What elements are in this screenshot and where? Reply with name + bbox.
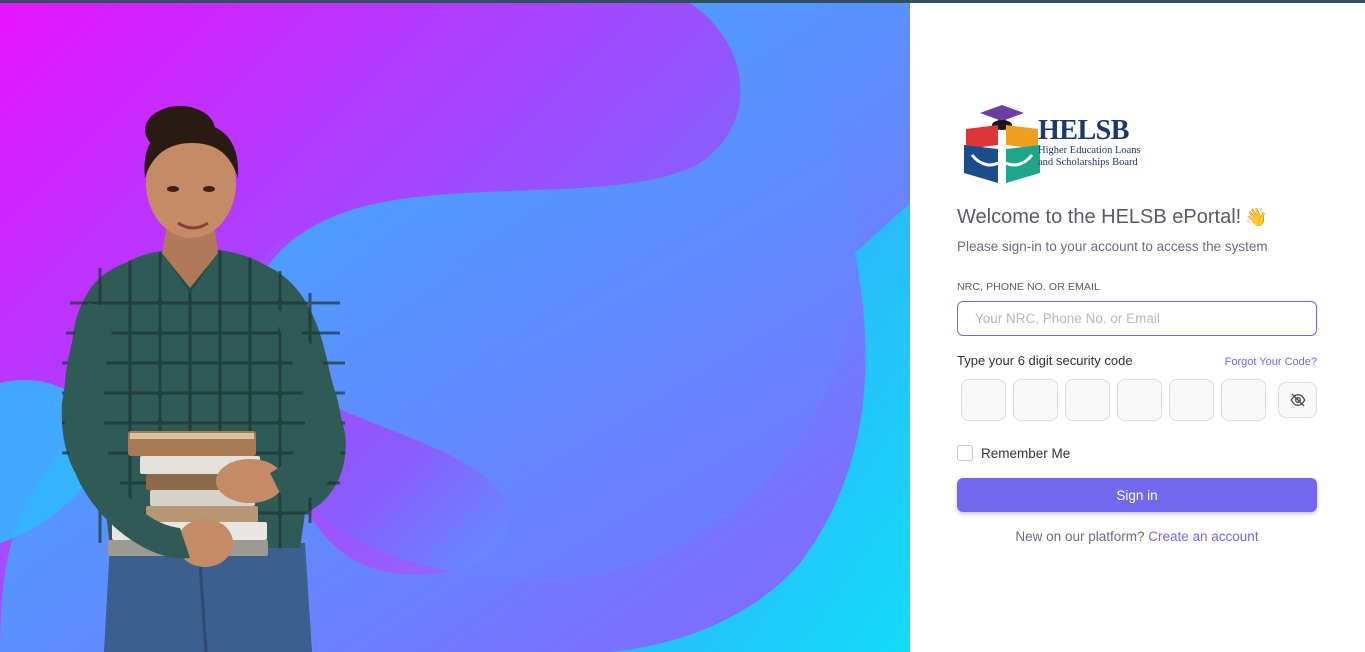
code-digit-4[interactable] bbox=[1117, 379, 1162, 421]
welcome-subtitle: Please sign-in to your account to access… bbox=[957, 239, 1268, 254]
helsb-logo-icon bbox=[964, 105, 1040, 183]
code-digit-2[interactable] bbox=[1013, 379, 1058, 421]
code-digit-3[interactable] bbox=[1065, 379, 1110, 421]
new-platform-prompt: New on our platform? bbox=[1015, 529, 1145, 544]
code-digit-5[interactable] bbox=[1169, 379, 1214, 421]
id-field-label: NRC, PHONE NO. OR EMAIL bbox=[957, 281, 1100, 293]
create-account-row: New on our platform? Create an account bbox=[957, 529, 1317, 544]
hero-illustration bbox=[0, 3, 910, 652]
brand-subtitle-line2: and Scholarships Board bbox=[1038, 157, 1138, 168]
create-account-link[interactable]: Create an account bbox=[1148, 529, 1258, 544]
remember-me-checkbox[interactable] bbox=[957, 445, 973, 461]
brand-subtitle-line1: Higher Education Loans bbox=[1038, 145, 1141, 156]
sign-in-button[interactable]: Sign in bbox=[957, 478, 1317, 512]
welcome-text: Welcome to the HELSB ePortal! bbox=[957, 206, 1242, 228]
login-panel: HELSB Higher Education Loans and Scholar… bbox=[910, 3, 1365, 652]
id-input[interactable] bbox=[957, 301, 1317, 336]
top-accent-bar bbox=[0, 0, 1365, 3]
student-illustration bbox=[61, 106, 346, 652]
code-digit-1[interactable] bbox=[961, 379, 1006, 421]
forgot-code-link[interactable]: Forgot Your Code? bbox=[1225, 356, 1317, 368]
eye-off-icon bbox=[1290, 393, 1305, 407]
remember-me-label[interactable]: Remember Me bbox=[981, 446, 1070, 461]
security-code-label: Type your 6 digit security code bbox=[957, 353, 1133, 368]
welcome-heading: Welcome to the HELSB ePortal! 👋 bbox=[957, 206, 1268, 229]
security-code-inputs bbox=[961, 379, 1266, 421]
wave-icon: 👋 bbox=[1245, 207, 1268, 228]
brand-name: HELSB bbox=[1038, 115, 1129, 146]
toggle-code-visibility-button[interactable] bbox=[1278, 382, 1317, 418]
remember-me-row: Remember Me bbox=[957, 445, 1070, 461]
code-digit-6[interactable] bbox=[1221, 379, 1266, 421]
